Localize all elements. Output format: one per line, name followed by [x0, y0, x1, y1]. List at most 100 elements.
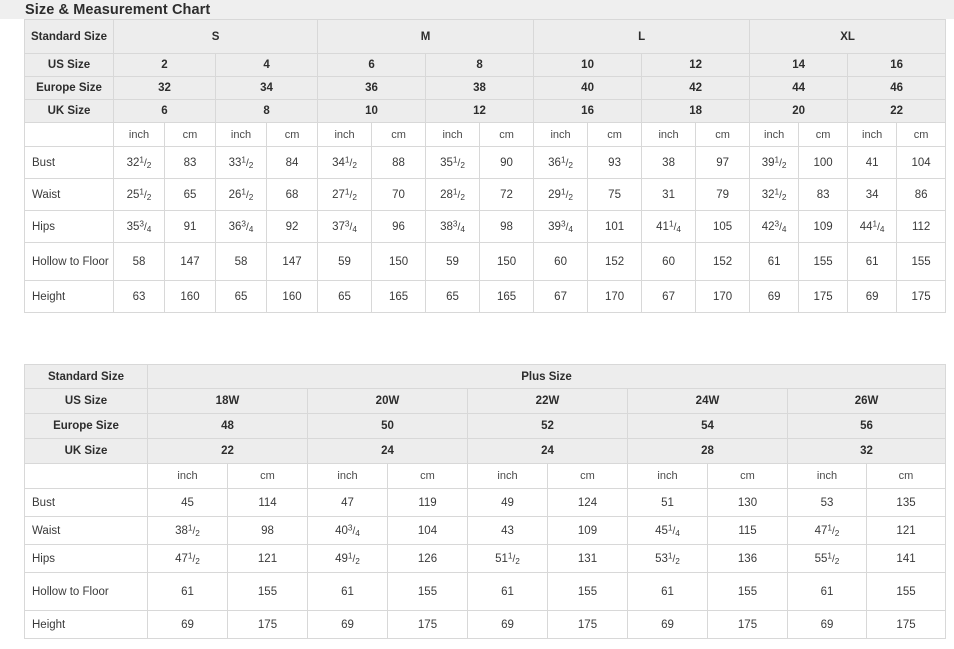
measurement-value: 61 [147, 572, 228, 611]
measurement-value: 373/4 [317, 210, 373, 243]
measurement-value: 61 [847, 242, 898, 281]
measurement-value: 105 [695, 210, 751, 243]
measurement-value: 88 [371, 146, 427, 179]
measurement-value: 119 [387, 488, 468, 517]
plus-standard-size-header: Standard Size [24, 364, 148, 389]
measurement-value: 155 [896, 242, 947, 281]
uk-size-value: 6 [113, 99, 216, 123]
uk-size-value: 16 [533, 99, 643, 123]
measurement-value: 451/4 [627, 516, 708, 545]
measurement-value: 61 [787, 572, 867, 611]
measurement-value: 383/4 [425, 210, 481, 243]
size-chart-container: Standard Size S M L XL US Size 2 4 6 8 1… [0, 19, 954, 639]
measurement-value: 69 [787, 610, 867, 639]
europe-size-value: 34 [214, 76, 319, 100]
measurement-value: 271/2 [317, 178, 373, 211]
uk-size-value: 20 [749, 99, 849, 123]
measurement-value: 47 [307, 488, 388, 517]
plus-measurement-row: Height 69 175 69 175 69 175 69 175 69 175 [24, 610, 947, 639]
measurement-value: 160 [164, 280, 216, 313]
unit-label: cm [587, 122, 643, 147]
uk-size-value: 8 [214, 99, 319, 123]
measurement-value: 363/4 [215, 210, 267, 243]
measurement-value: 152 [695, 242, 751, 281]
us-size-value: 4 [214, 53, 319, 77]
measurement-value: 83 [798, 178, 849, 211]
measurement-value: 152 [587, 242, 643, 281]
measurement-value: 96 [371, 210, 427, 243]
measurement-value: 114 [227, 488, 308, 517]
measurement-value: 69 [307, 610, 388, 639]
measurement-value: 65 [215, 280, 267, 313]
measurement-value: 53 [787, 488, 867, 517]
unit-label: cm [695, 122, 751, 147]
measurement-value: 165 [371, 280, 427, 313]
standard-size-table: Standard Size S M L XL US Size 2 4 6 8 1… [24, 19, 947, 313]
plus-measurement-row: Waist 381/2 98 403/4 104 43 109 451/4 115 471/2 12… [24, 516, 947, 545]
measurement-value: 49 [467, 488, 548, 517]
measurement-value: 63 [113, 280, 165, 313]
plus-unit-label: cm [547, 463, 628, 489]
plus-unit-label: inch [467, 463, 548, 489]
measurement-value: 104 [896, 146, 947, 179]
measurement-value: 75 [587, 178, 643, 211]
measurement-value: 155 [227, 572, 308, 611]
measurement-value: 67 [533, 280, 589, 313]
uk-size-row: UK Size 6 8 10 12 16 18 20 22 [24, 99, 947, 123]
measurement-value: 60 [533, 242, 589, 281]
chart-title-bar: Size & Measurement Chart [0, 0, 954, 19]
measurement-row: Hollow to Floor 58 147 58 147 59 150 59 150 60 152… [24, 242, 947, 281]
measurement-value: 175 [896, 280, 947, 313]
europe-size-value: 32 [113, 76, 216, 100]
us-size-value: 10 [533, 53, 643, 77]
unit-header-row: inch cm inch cm inch cm inch cm inch cm … [24, 122, 947, 147]
unit-label: cm [798, 122, 849, 147]
group-header-m: M [317, 19, 535, 54]
unit-label: inch [425, 122, 481, 147]
unit-label: inch [317, 122, 373, 147]
measurement-label: Waist [24, 516, 148, 545]
us-size-label: US Size [24, 53, 114, 77]
us-size-value: 8 [425, 53, 535, 77]
measurement-value: 91 [164, 210, 216, 243]
measurement-value: 61 [627, 572, 708, 611]
measurement-value: 79 [695, 178, 751, 211]
measurement-value: 331/2 [215, 146, 267, 179]
measurement-value: 68 [265, 178, 319, 211]
measurement-value: 58 [113, 242, 165, 281]
unit-label: inch [533, 122, 589, 147]
measurement-value: 471/2 [787, 516, 867, 545]
measurement-value: 61 [307, 572, 388, 611]
plus-group-header-row: Standard Size Plus Size [24, 364, 947, 389]
measurement-row: Hips 353/4 91 363/4 92 373/4 96 383/4 98 393/4 101… [24, 210, 947, 243]
europe-size-value: 46 [847, 76, 947, 100]
measurement-value: 121 [227, 544, 308, 573]
uk-size-label: UK Size [24, 99, 114, 123]
measurement-value: 393/4 [533, 210, 589, 243]
measurement-value: 471/2 [147, 544, 228, 573]
europe-size-value: 40 [533, 76, 643, 100]
measurement-value: 321/2 [749, 178, 800, 211]
measurement-value: 441/4 [847, 210, 898, 243]
measurement-value: 92 [265, 210, 319, 243]
unit-label: cm [164, 122, 216, 147]
measurement-value: 531/2 [627, 544, 708, 573]
europe-size-label: Europe Size [24, 76, 114, 100]
plus-europe-size-row: Europe Size 48 50 52 54 56 [24, 413, 947, 439]
plus-uk-size-value: 24 [467, 438, 628, 464]
measurement-value: 98 [479, 210, 535, 243]
measurement-value: 104 [387, 516, 468, 545]
plus-uk-size-value: 22 [147, 438, 308, 464]
measurement-value: 155 [387, 572, 468, 611]
unit-label: inch [641, 122, 697, 147]
unit-label: inch [113, 122, 165, 147]
measurement-value: 511/2 [467, 544, 548, 573]
measurement-value: 170 [695, 280, 751, 313]
measurement-value: 175 [227, 610, 308, 639]
unit-label: inch [749, 122, 800, 147]
measurement-value: 551/2 [787, 544, 867, 573]
us-size-row: US Size 2 4 6 8 10 12 14 16 [24, 53, 947, 77]
plus-europe-size-value: 52 [467, 413, 628, 439]
plus-europe-size-value: 48 [147, 413, 308, 439]
plus-europe-size-value: 50 [307, 413, 468, 439]
